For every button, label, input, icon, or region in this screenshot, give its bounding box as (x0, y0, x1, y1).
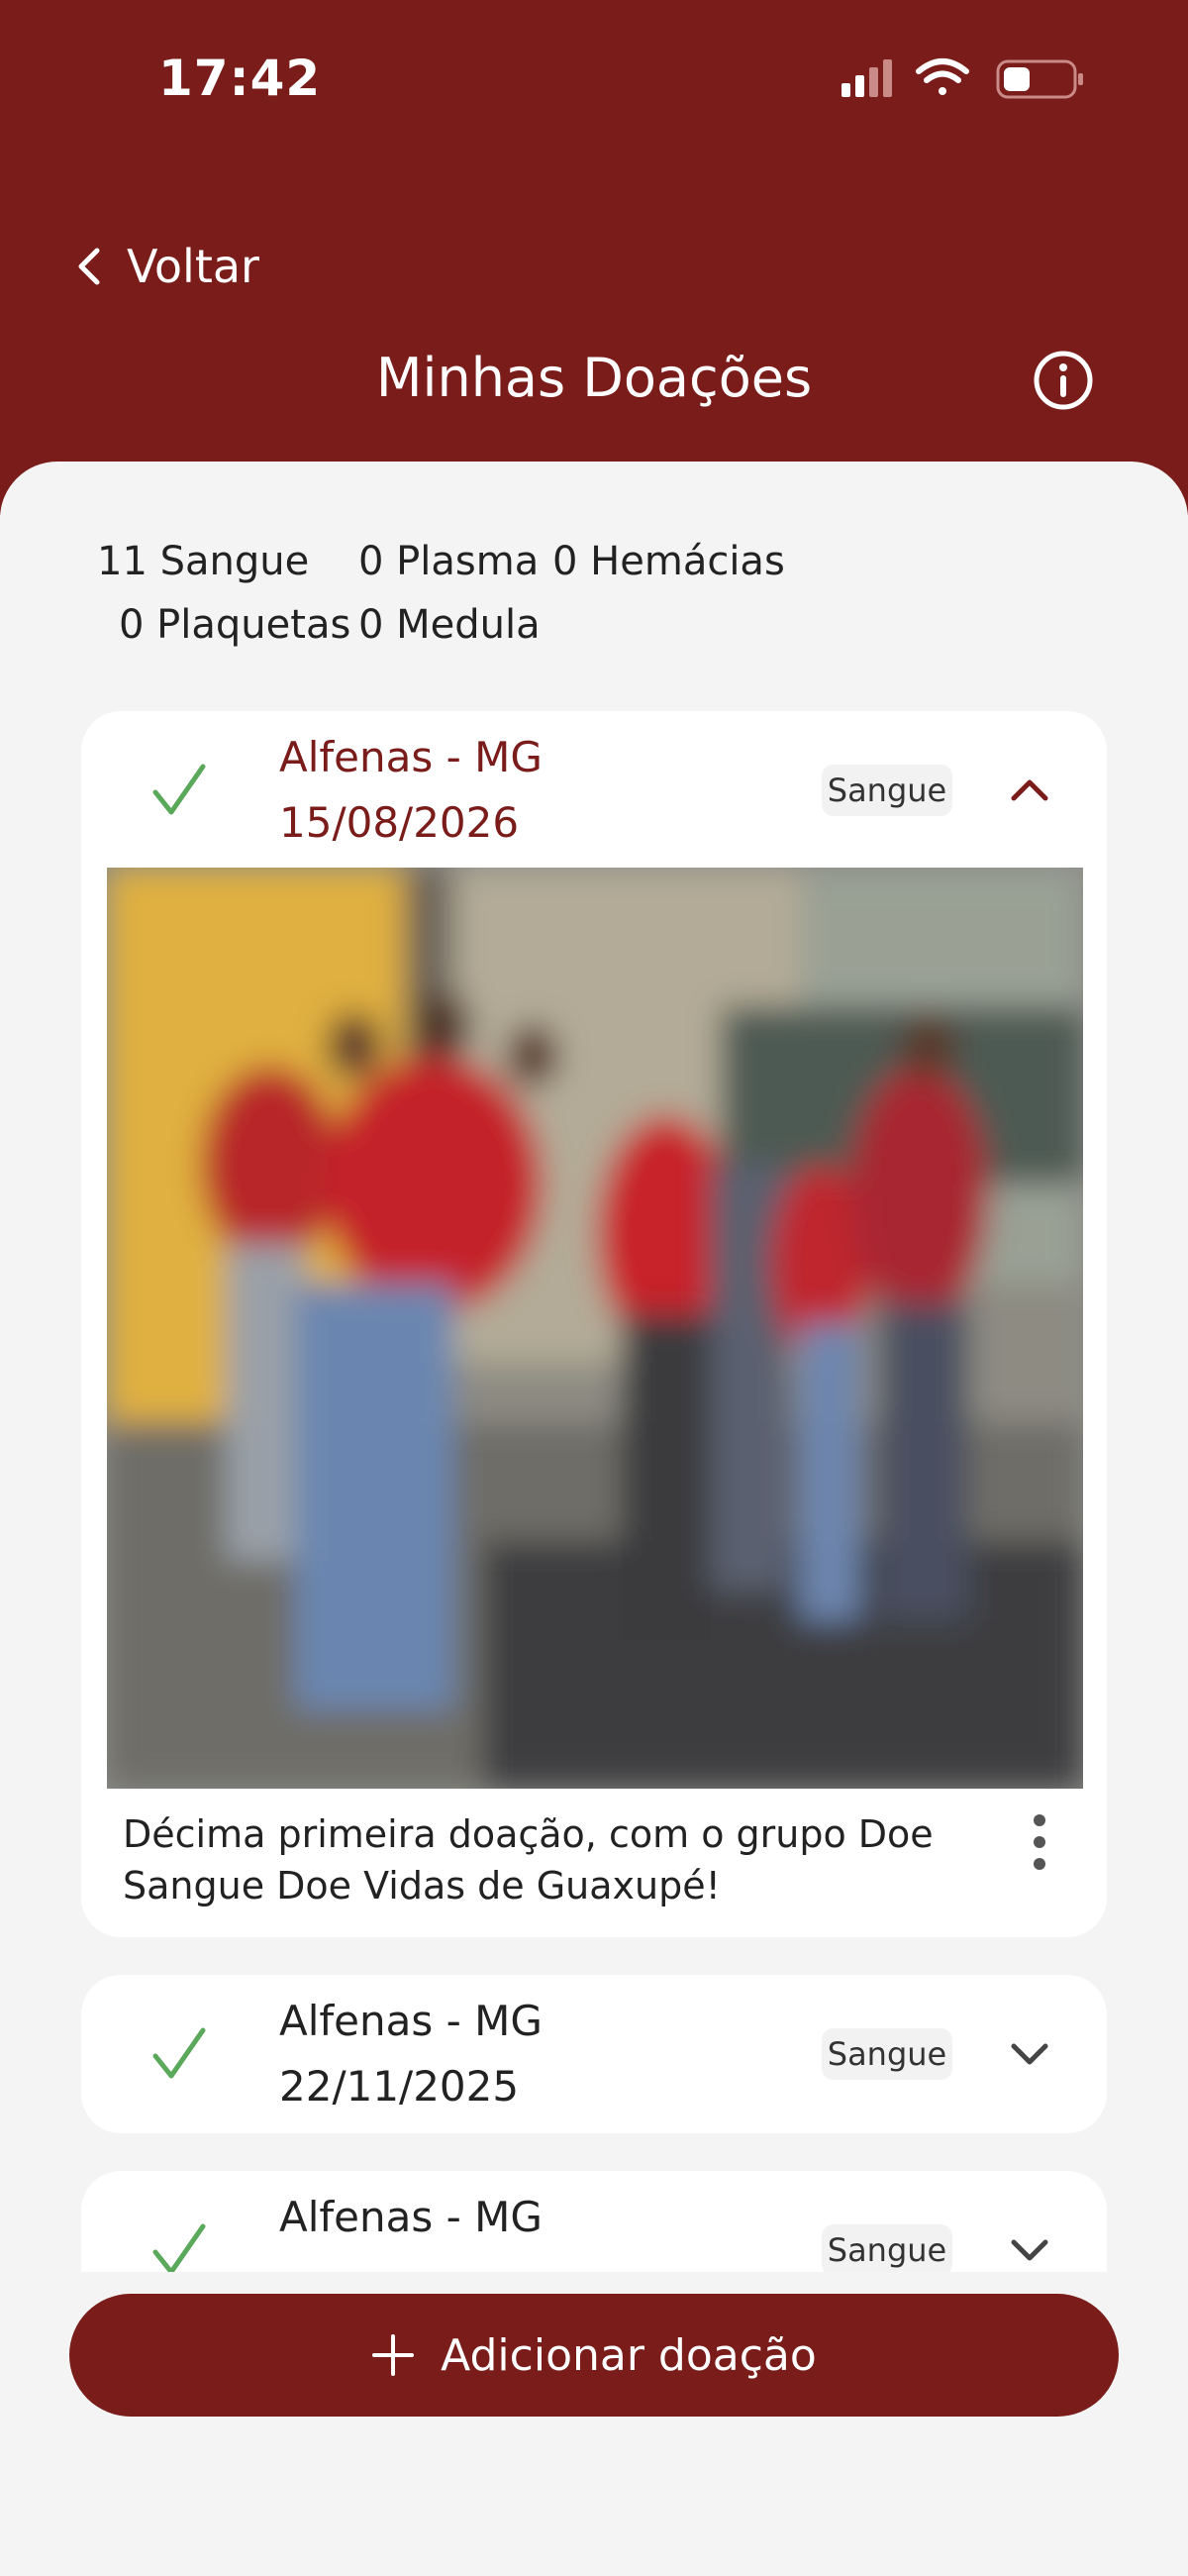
back-button[interactable]: Voltar (77, 240, 259, 293)
plus-icon (372, 2334, 415, 2376)
donation-type-badge: Sangue (822, 2224, 952, 2272)
donation-photo-image (107, 868, 1083, 1789)
donation-card: Alfenas - MG 15/08/2026 Sangue Décima pr… (81, 711, 1107, 1937)
donation-location: Alfenas - MG (279, 2193, 543, 2241)
add-donation-button[interactable]: Adicionar doação (69, 2294, 1119, 2417)
chevron-down-icon[interactable] (1002, 2026, 1057, 2082)
donation-date: 15/08/2026 (279, 798, 520, 847)
donation-type-badge: Sangue (822, 765, 952, 816)
add-donation-label: Adicionar doação (441, 2329, 817, 2381)
donation-location: Alfenas - MG (279, 733, 543, 781)
more-vertical-icon[interactable] (1020, 1812, 1059, 1872)
donation-card[interactable]: Alfenas - MG Sangue (81, 2171, 1107, 2272)
status-time: 17:42 (158, 50, 322, 107)
wifi-icon (916, 58, 969, 95)
check-icon (152, 2027, 206, 2079)
chevron-up-icon[interactable] (1002, 763, 1057, 818)
count-sangue: 11 Sangue (97, 539, 310, 584)
chevron-left-icon (78, 248, 100, 285)
count-plaquetas: 0 Plaquetas (119, 602, 351, 648)
donation-caption: Décima primeira doação, com o grupo Doe … (123, 1812, 934, 1907)
donation-type-badge: Sangue (822, 2028, 952, 2080)
info-icon[interactable] (1032, 349, 1095, 412)
donation-date: 22/11/2025 (279, 2062, 520, 2111)
check-icon (152, 2223, 206, 2272)
donation-location: Alfenas - MG (279, 1997, 543, 2045)
donation-card-header[interactable]: Alfenas - MG 15/08/2026 Sangue (81, 711, 1107, 870)
count-plasma: 0 Plasma (358, 539, 540, 584)
status-icons (842, 58, 1083, 99)
count-hemacias: 0 Hemácias (552, 539, 785, 584)
donation-photo (107, 868, 1083, 1789)
page-title: Minhas Doações (375, 347, 813, 409)
count-medula: 0 Medula (358, 602, 541, 648)
back-label: Voltar (127, 240, 259, 293)
signal-icon (842, 59, 892, 97)
battery-icon (996, 59, 1083, 99)
donation-card[interactable]: Alfenas - MG 22/11/2025 Sangue (81, 1975, 1107, 2133)
chevron-down-icon[interactable] (1002, 2222, 1057, 2272)
app-header: 17:42 Voltar Minhas Doações (0, 0, 1188, 515)
check-icon (152, 764, 206, 815)
